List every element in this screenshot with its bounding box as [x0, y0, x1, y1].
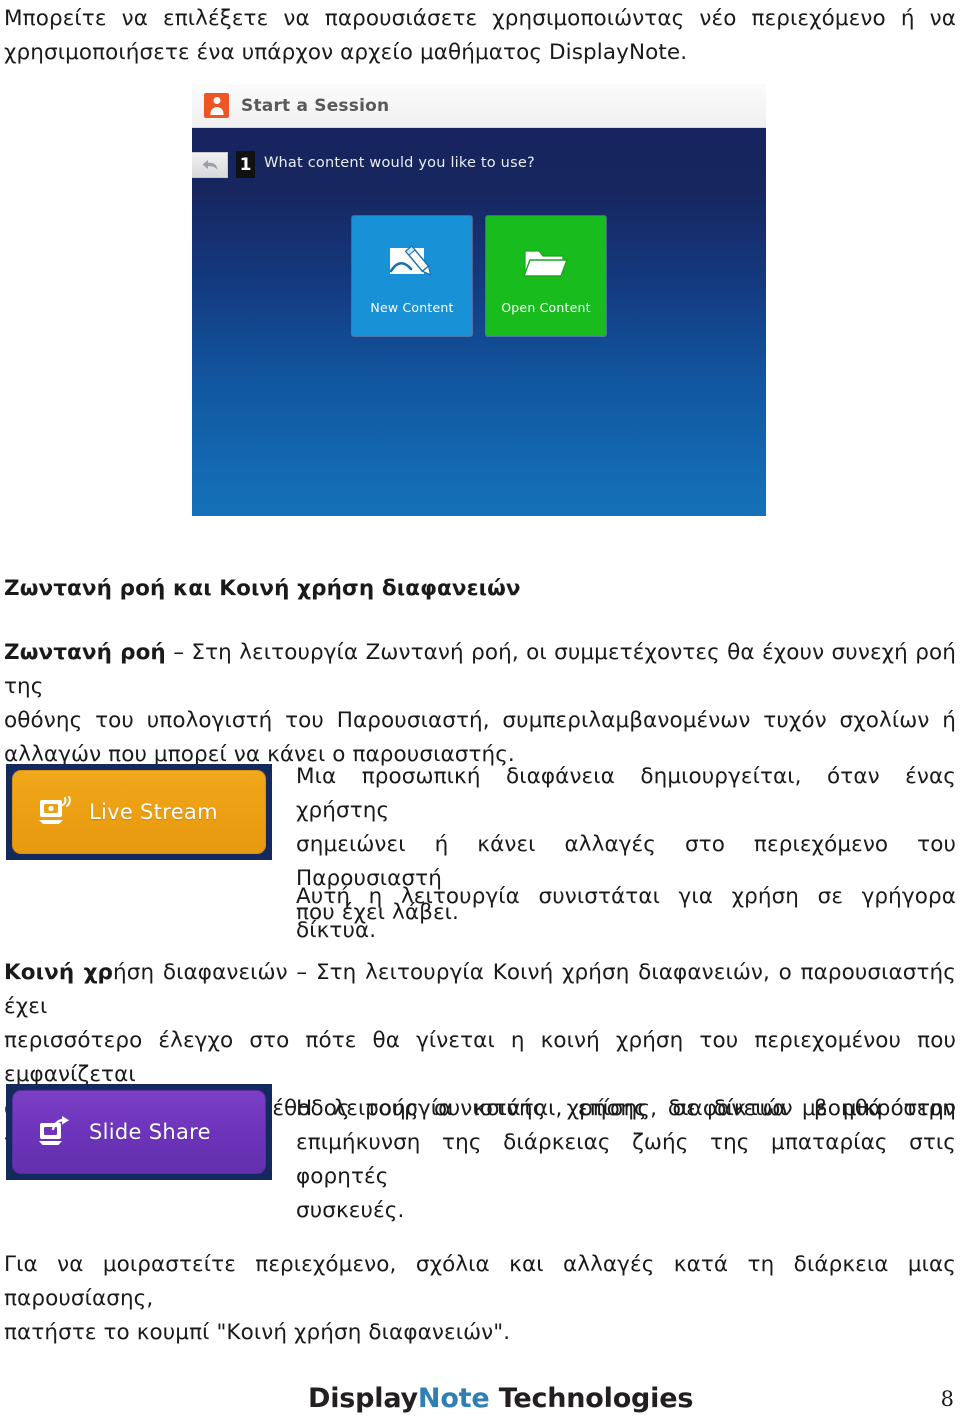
laptop-share-icon — [35, 1116, 75, 1148]
final-line-2: πατήστε το κουμπί "Κοινή χρήση διαφανειώ… — [4, 1320, 511, 1345]
live-stream-side-line-1: Μια προσωπική διαφάνεια δημιουργείται, ό… — [296, 764, 956, 823]
live-stream-line-1: Ζωντανή ροή – Στη λειτουργία Ζωντανή ροή… — [4, 636, 956, 704]
open-content-tile[interactable]: Open Content — [486, 216, 606, 336]
app-screenshot: Start a Session 1 What content would you… — [192, 84, 766, 516]
step-number-badge: 1 — [236, 151, 255, 178]
live-stream-line-2: οθόνης του υπολογιστή του Παρουσιαστή, σ… — [4, 708, 956, 733]
live-stream-button[interactable]: Live Stream — [6, 764, 272, 860]
live-stream-paragraph: Ζωντανή ροή – Στη λειτουργία Ζωντανή ροή… — [4, 636, 956, 772]
brand-display: Display — [308, 1383, 418, 1414]
slide-share-button-inner: Slide Share — [12, 1090, 266, 1174]
intro-line-1: Μπορείτε να επιλέξετε να παρουσιάσετε χρ… — [4, 6, 956, 31]
slide-share-line-2: περισσότερο έλεγχο στο πότε θα γίνεται η… — [4, 1028, 956, 1087]
slide-share-side-line-1: Η λειτουργία κοινής χρήσης διαφανειών βο… — [296, 1096, 956, 1121]
document-page: Μπορείτε να επιλέξετε να παρουσιάσετε χρ… — [0, 0, 960, 1424]
whiteboard-pencil-icon — [387, 238, 437, 290]
broadcast-monitor-icon — [35, 796, 75, 828]
back-arrow-icon — [202, 160, 217, 170]
intro-paragraph: Μπορείτε να επιλέξετε να παρουσιάσετε χρ… — [4, 2, 956, 70]
page-number: 8 — [940, 1387, 954, 1411]
screenshot-titlebar: Start a Session — [192, 84, 766, 128]
slide-share-line-1-rest: ήση διαφανειών – Στη λειτουργία Κοινή χρ… — [4, 960, 956, 1019]
slide-share-button-label: Slide Share — [89, 1120, 211, 1144]
live-stream-note-paragraph: Αυτή η λειτουργία συνιστάται για χρήση σ… — [296, 880, 956, 948]
slide-share-bold-lead: Κοινή χρ — [4, 960, 114, 985]
brand-technologies: Technologies — [489, 1383, 694, 1414]
user-badge-icon — [204, 93, 229, 118]
new-content-label: New Content — [370, 299, 454, 315]
final-paragraph: Για να μοιραστείτε περιεχόμενο, σχόλια κ… — [4, 1248, 956, 1350]
final-line-1: Για να μοιραστείτε περιεχόμενο, σχόλια κ… — [4, 1252, 956, 1311]
folder-open-icon — [521, 238, 571, 290]
slide-share-side-line-3: συσκευές. — [296, 1198, 405, 1223]
section-heading: Ζωντανή ροή και Κοινή χρήση διαφανειών — [4, 576, 521, 601]
slide-share-button[interactable]: Slide Share — [6, 1084, 272, 1180]
footer-brand-logo: DisplayNote Technologies — [308, 1383, 693, 1414]
back-button[interactable] — [192, 152, 228, 178]
live-stream-button-inner: Live Stream — [12, 770, 266, 854]
live-stream-button-label: Live Stream — [89, 800, 218, 824]
step-question-text: What content would you like to use? — [264, 155, 535, 171]
new-content-tile[interactable]: New Content — [352, 216, 472, 336]
open-content-label: Open Content — [501, 299, 591, 315]
live-stream-note-text: Αυτή η λειτουργία συνιστάται για χρήση σ… — [296, 884, 956, 943]
brand-note: Note — [417, 1383, 490, 1414]
screenshot-title: Start a Session — [241, 95, 390, 116]
live-stream-bold-lead: Ζωντανή ροή — [4, 640, 166, 665]
content-choice-tiles: New Content Open Content — [192, 216, 766, 336]
slide-share-line-1: Κοινή χρήση διαφανειών – Στη λειτουργία … — [4, 956, 956, 1024]
slide-share-side-paragraph: Η λειτουργία κοινής χρήσης διαφανειών βο… — [296, 1092, 956, 1228]
intro-line-2: χρησιμοποιήσετε ένα υπάρχον αρχείο μαθήμ… — [4, 40, 688, 65]
slide-share-side-line-2: επιμήκυνση της διάρκειας ζωής της μπαταρ… — [296, 1130, 956, 1189]
screenshot-body: 1 What content would you like to use? Ne… — [192, 128, 766, 516]
